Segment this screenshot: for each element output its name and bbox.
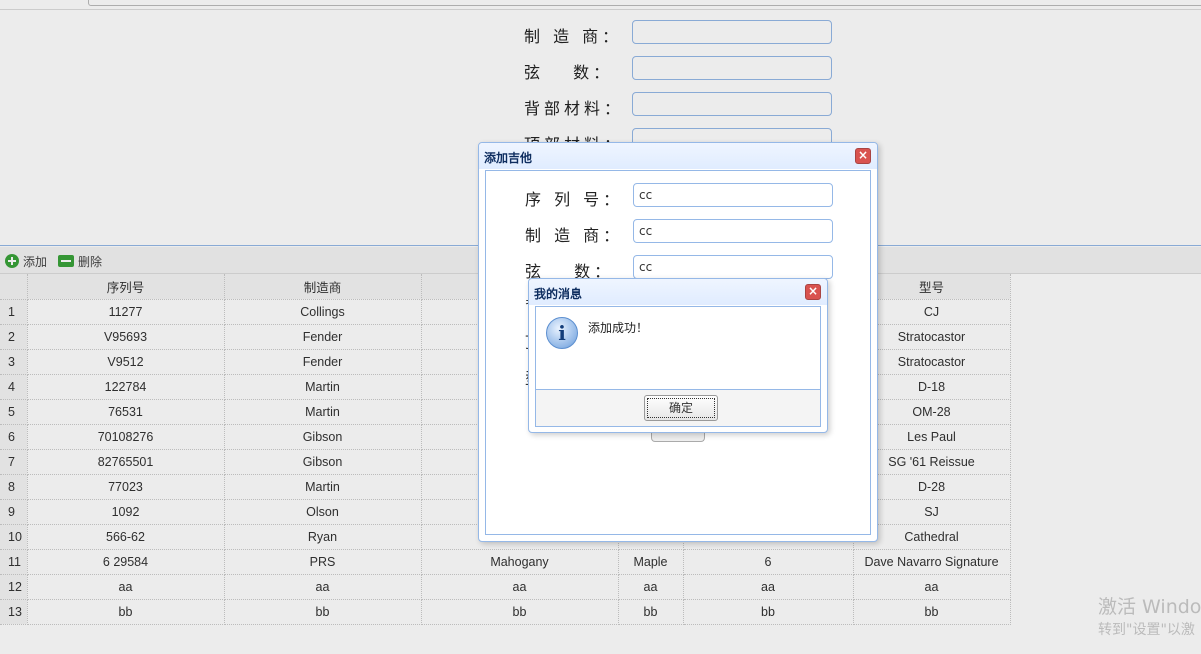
activation-watermark-title: 激活 Windo xyxy=(1098,596,1201,618)
activation-watermark-subtitle: 转到"设置"以激 xyxy=(1098,622,1195,638)
message-dialog: 我的消息 × i 添加成功！ 确定 xyxy=(528,278,828,433)
ok-button[interactable]: 确定 xyxy=(644,395,718,421)
serial-label: 序 列 号： xyxy=(525,190,624,209)
message-title: 我的消息 xyxy=(534,287,583,301)
message-footer: 确定 xyxy=(535,389,821,427)
dialog-title: 添加吉他 xyxy=(484,151,533,165)
message-header: 我的消息 × xyxy=(529,279,827,305)
serial-input[interactable]: cc xyxy=(633,183,833,207)
dlg-strings-input[interactable]: cc xyxy=(633,255,833,279)
info-icon: i xyxy=(546,317,578,349)
message-body: i 添加成功！ xyxy=(535,306,821,389)
dlg-maker-input[interactable]: cc xyxy=(633,219,833,243)
dialog-header: 添加吉他 × xyxy=(479,143,877,169)
close-icon[interactable]: × xyxy=(855,148,871,164)
message-text: 添加成功！ xyxy=(588,321,649,335)
dlg-maker-label: 制 造 商： xyxy=(525,226,624,245)
message-close-icon[interactable]: × xyxy=(805,284,821,300)
